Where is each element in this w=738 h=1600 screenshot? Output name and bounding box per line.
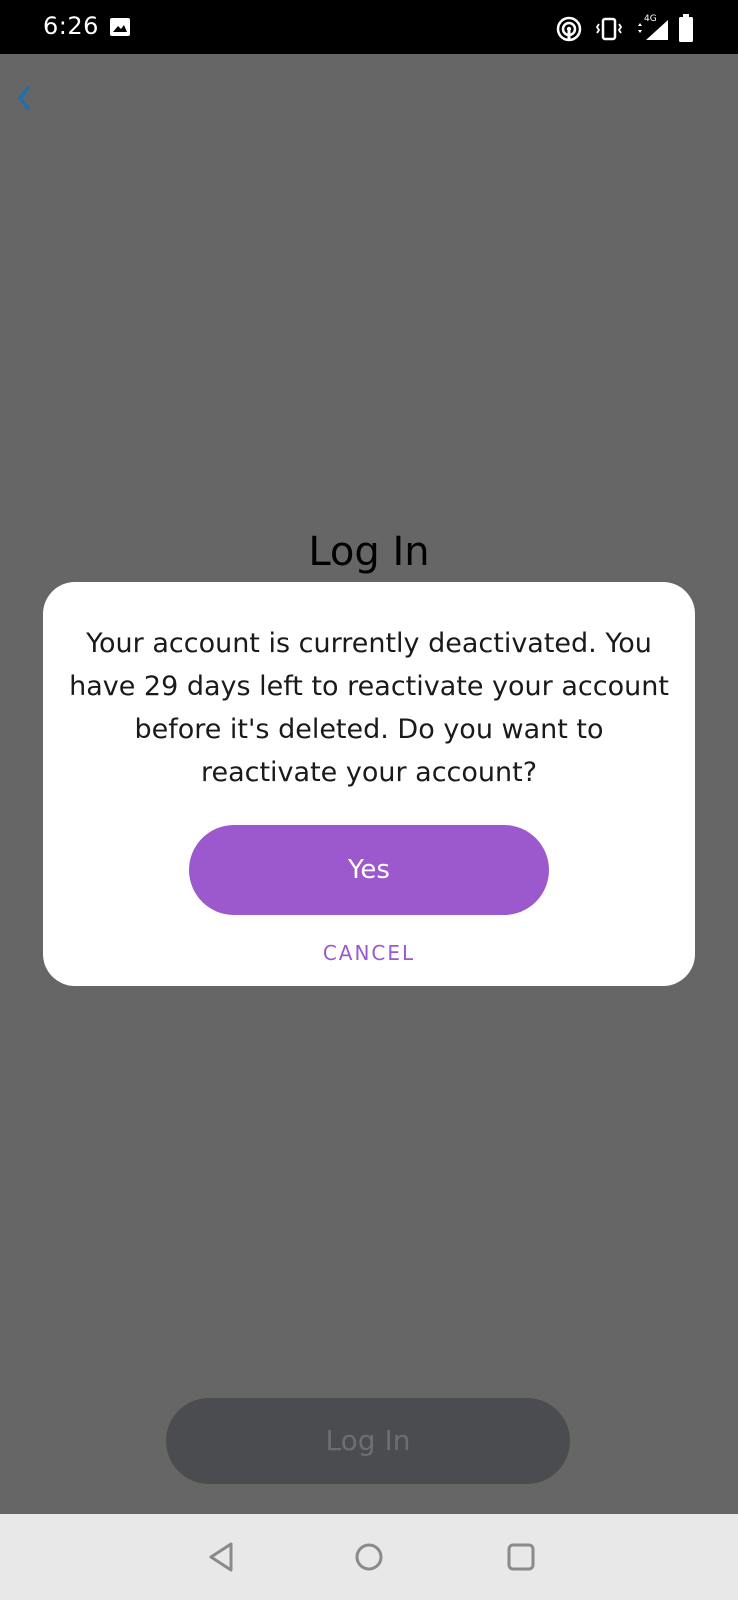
- vibrate-icon: [596, 17, 622, 41]
- reactivate-dialog: Your account is currently deactivated. Y…: [43, 582, 695, 986]
- home-circle-icon[interactable]: [348, 1536, 390, 1578]
- dialog-message: Your account is currently deactivated. Y…: [69, 628, 669, 788]
- login-button[interactable]: Log In: [166, 1398, 570, 1484]
- chevron-left-icon[interactable]: [12, 80, 36, 116]
- status-time: 6:26: [43, 12, 99, 40]
- hotspot-icon: [556, 16, 582, 42]
- recents-square-icon[interactable]: [500, 1536, 542, 1578]
- signal-icon: [638, 20, 668, 40]
- back-triangle-icon[interactable]: [201, 1536, 243, 1578]
- image-icon: [110, 18, 130, 36]
- status-icons: 4G: [556, 12, 716, 42]
- cancel-button[interactable]: CANCEL: [289, 936, 449, 970]
- page-title: Log In: [308, 529, 430, 575]
- status-bar: 6:26 4G: [0, 0, 738, 54]
- yes-button[interactable]: Yes: [189, 825, 549, 915]
- battery-icon: [679, 14, 693, 42]
- system-nav-bar: [0, 1514, 738, 1600]
